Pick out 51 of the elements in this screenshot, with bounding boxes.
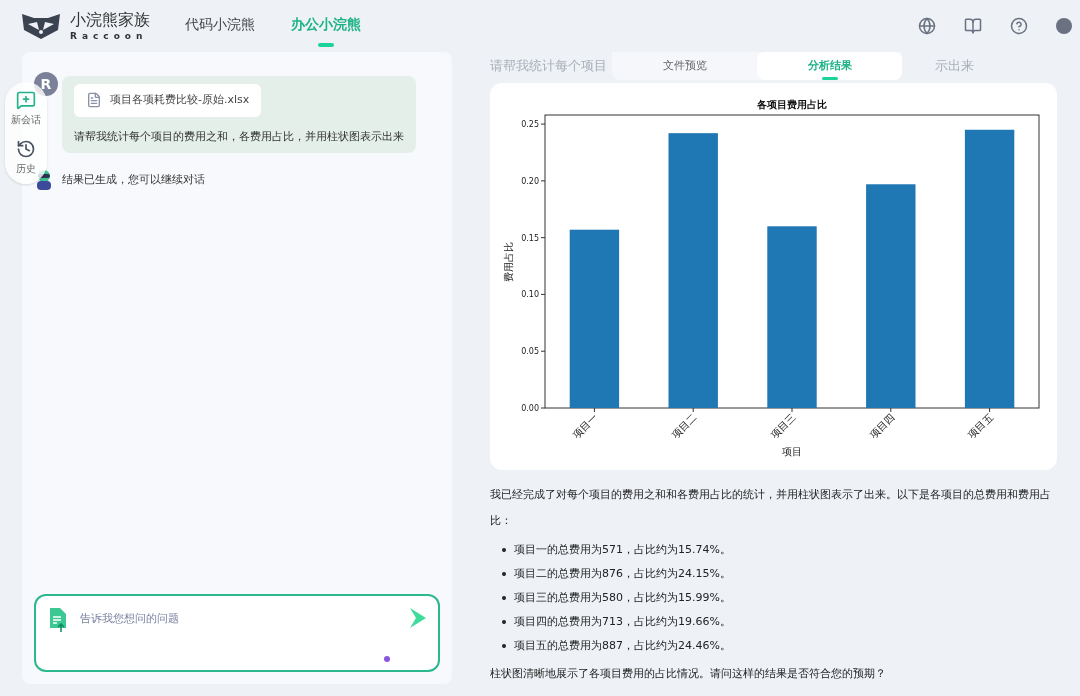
y-tick-label: 0.05 [521,347,539,357]
y-tick: 0.05 [521,347,546,357]
view-tab[interactable]: 文件预览 [612,52,757,80]
active-tab-indicator [318,42,334,47]
logo-title: 小浣熊家族 [70,11,150,28]
book-icon[interactable] [964,17,982,35]
file-chip[interactable]: 项目各项耗费比较-原始.xlsx [74,84,262,117]
y-axis-label: 费用占比 [503,241,514,282]
bullet-text: 项目二的总费用为876，占比约为24.15%。 [514,565,731,582]
x-tick: 项目二 [669,407,699,441]
y-tick-label: 0.15 [521,233,539,243]
new-chat-icon [16,90,36,110]
question-field[interactable]: 告诉我您想问的问题 [80,608,396,628]
x-axis-label: 项目 [782,446,802,457]
bullet-text: 项目五的总费用为887，占比约为24.46%。 [514,637,731,654]
avatar-icon[interactable] [1056,18,1072,34]
y-tick: 0.10 [521,290,546,300]
faded-question-text: 示出来 [935,57,974,76]
y-tick-label: 0.25 [521,120,539,130]
x-tick: 项目一 [570,407,600,441]
bullet-text: 项目三的总费用为580，占比约为15.99%。 [514,589,731,606]
closing-text: 柱状图清晰地展示了各项目费用的占比情况。请问这样的结果是否符合您的预期？ [490,666,887,682]
y-tick: 0.25 [521,120,546,130]
active-view-indicator [821,77,838,80]
help-icon[interactable] [1010,17,1028,35]
chart-title: 各项目费用占比 [757,99,827,110]
question-input[interactable]: 告诉我您想问的问题 [34,594,440,672]
y-tick: 0.00 [521,404,546,413]
bot-message-text: 结果已生成，您可以继续对话 [62,171,205,188]
bullet-text: 项目四的总费用为713，占比约为19.66%。 [514,613,731,630]
nav-tab[interactable]: 代码小浣熊 [185,13,255,39]
y-tick-label: 0.20 [521,176,539,186]
faded-question-text: 请帮我统计每个项目 [490,57,607,76]
history-icon [16,139,36,159]
sidebar-item[interactable]: 历史 [16,139,36,176]
x-tick: 项目五 [966,407,995,441]
raccoon-logo-icon [20,12,62,40]
logo-subtitle: Raccoon [70,31,149,41]
x-tick: 项目三 [768,407,798,441]
file-name: 项目各项耗费比较-原始.xlsx [110,92,250,108]
y-tick: 0.15 [521,233,546,243]
language-icon[interactable] [918,17,936,35]
y-tick-label: 0.10 [521,290,539,300]
file-icon [86,92,102,109]
y-tick-label: 0.00 [521,404,539,413]
y-tick: 0.20 [521,176,546,186]
upload-file-icon[interactable] [48,608,68,632]
summary-text: 我已经完成了对每个项目的费用之和和各费用占比的统计，并用柱状图表示了出来。以下是各项目的总费用和费用占比： [490,487,1052,529]
user-message-text: 请帮我统计每个项目的费用之和，各费用占比，并用柱状图表示出来 [74,128,404,145]
x-tick: 项目四 [867,407,897,441]
bullet-text: 项目一的总费用为571，占比约为15.74%。 [514,541,731,558]
